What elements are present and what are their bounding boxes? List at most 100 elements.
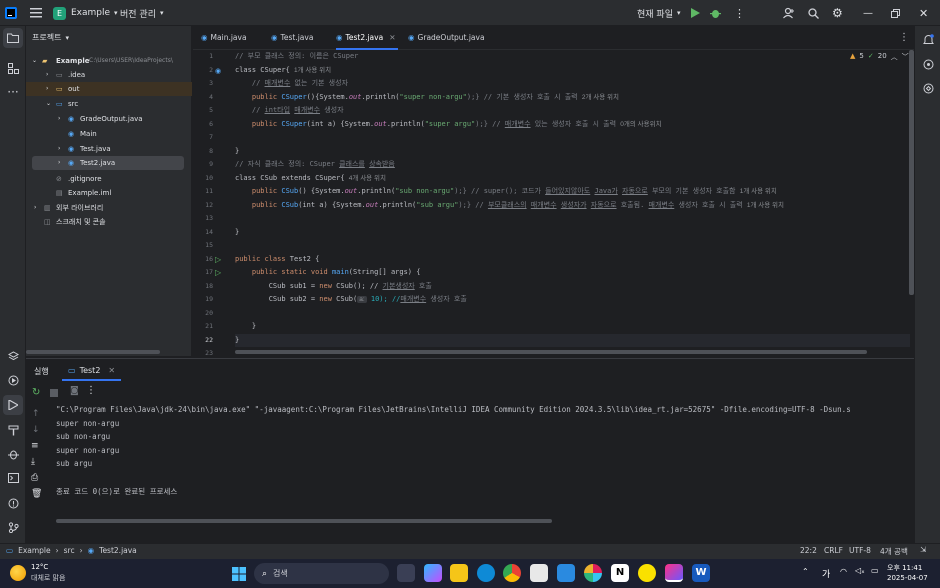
tree-item-src[interactable]: ⌄ ▭ src [26, 97, 192, 111]
close-window-icon[interactable]: ✕ [919, 0, 928, 26]
line-number[interactable]: 9 [193, 158, 213, 172]
usage-hint[interactable]: 1개 사용 위치 [294, 67, 331, 74]
wifi-icon[interactable]: ◠ [840, 567, 847, 576]
caret-position[interactable]: 22:2 [800, 546, 817, 555]
intellij-taskbar-icon[interactable] [665, 564, 683, 582]
copilot-icon[interactable] [918, 78, 938, 98]
line-number[interactable]: 5 [193, 104, 213, 118]
line-number[interactable]: 3 [193, 77, 213, 91]
search-icon[interactable] [808, 0, 819, 26]
line-number[interactable]: 15 [193, 239, 213, 253]
soft-wrap-icon[interactable]: ≡ [31, 441, 39, 451]
run-config-selector[interactable]: 현재 파일 ▾ [637, 0, 681, 26]
usage-hint[interactable]: 1개 사용 위치 [747, 202, 784, 209]
editor-horizontal-scrollbar[interactable] [235, 350, 867, 354]
line-separator[interactable]: CRLF [824, 546, 843, 555]
run-gutter-icon[interactable]: ▷ [215, 268, 221, 277]
line-number[interactable]: 7 [193, 131, 213, 145]
line-number[interactable]: 6 [193, 118, 213, 132]
battery-icon[interactable]: ▭ [871, 566, 879, 575]
line-number[interactable]: 1 [193, 50, 213, 64]
store-icon[interactable] [530, 564, 548, 582]
line-number[interactable]: 16 [193, 253, 213, 267]
intellij-logo-icon[interactable] [4, 0, 18, 26]
file-encoding[interactable]: UTF-8 [849, 546, 871, 555]
breadcrumb-item[interactable]: Example [18, 546, 51, 555]
usage-hint[interactable]: 1개 사용 위치 [740, 188, 777, 195]
tab-menu-icon[interactable]: ⋮ [899, 26, 909, 50]
git-icon[interactable] [3, 517, 23, 537]
weather-sun-icon[interactable] [10, 565, 26, 581]
windows-start-icon[interactable] [232, 566, 246, 585]
line-number[interactable]: 11 [193, 185, 213, 199]
trash-icon[interactable]: 🗑 [31, 489, 42, 499]
line-number[interactable]: 10 [193, 172, 213, 186]
more-icon[interactable]: ⋮ [86, 385, 96, 396]
line-number[interactable]: 12 [193, 199, 213, 213]
tab-main-java[interactable]: ◉ Main.java [201, 26, 247, 50]
kakaotalk-icon[interactable] [638, 564, 656, 582]
tree-item-gradeoutput[interactable]: › ◉ GradeOutput.java [26, 112, 192, 126]
rerun-icon[interactable]: ↻ [32, 387, 40, 398]
debug-icon[interactable] [710, 0, 721, 26]
line-number[interactable]: 20 [193, 307, 213, 321]
project-switcher[interactable]: E Example ▾ [53, 0, 118, 26]
terminal-icon[interactable] [3, 468, 23, 488]
settings-gear-icon[interactable]: ⚙ [832, 0, 843, 26]
chevron-up-icon[interactable]: ⌃ [802, 567, 809, 576]
build-hammer-icon[interactable] [3, 420, 23, 440]
taskbar-search[interactable]: ⌕ 검색 [254, 563, 389, 584]
arrow-up-icon[interactable]: ↑ [32, 409, 40, 419]
slack-icon[interactable] [584, 564, 602, 582]
usage-hint[interactable]: 0개의 사용위치 [620, 121, 661, 128]
vcs-menu[interactable]: 버전 관리 ▾ [120, 0, 164, 26]
ai-assistant-icon[interactable] [918, 54, 938, 74]
vertical-scrollbar[interactable] [909, 50, 914, 295]
indent-setting[interactable]: 4개 공백 [880, 546, 908, 557]
override-marker-icon[interactable]: ◉ [215, 67, 221, 75]
tree-item-iml[interactable]: ▤ Example.iml [26, 186, 192, 200]
tree-item-test[interactable]: › ◉ Test.java [26, 142, 192, 156]
tree-item-test2[interactable]: › ◉ Test2.java [32, 156, 184, 170]
line-number[interactable]: 17 [193, 266, 213, 280]
chrome-browser-icon[interactable] [503, 564, 521, 582]
volume-icon[interactable]: ◁ₓ [855, 566, 865, 575]
lock-icon[interactable]: ⇲ [920, 545, 926, 554]
close-tab-icon[interactable]: ✕ [389, 33, 395, 42]
breadcrumb-item[interactable]: Test2.java [99, 546, 137, 555]
tab-gradeoutput-java[interactable]: ◉ GradeOutput.java [408, 26, 485, 50]
services-tool-icon[interactable] [3, 370, 23, 390]
scroll-to-end-icon[interactable]: ⤓ [31, 457, 35, 467]
run-gutter-icon[interactable]: ▷ [215, 255, 221, 264]
code-with-me-icon[interactable] [783, 0, 795, 26]
edge-browser-icon[interactable] [477, 564, 495, 582]
close-tab-icon[interactable]: ✕ [108, 361, 115, 379]
notifications-bell-icon[interactable] [918, 30, 938, 50]
debug-bug-icon[interactable] [3, 444, 23, 464]
stop-icon[interactable] [50, 389, 58, 397]
tree-item-out[interactable]: › ▭ out [26, 82, 192, 96]
project-tool-icon[interactable] [3, 28, 23, 48]
tree-item-gitignore[interactable]: ⊘ .gitignore [26, 172, 192, 186]
copilot-app-icon[interactable] [424, 564, 442, 582]
notion-icon[interactable]: N [611, 564, 629, 582]
horizontal-scrollbar[interactable] [26, 350, 160, 354]
file-explorer-icon[interactable] [450, 564, 468, 582]
tree-item-scratches[interactable]: ◫ 스크래치 및 콘솔 [26, 215, 192, 229]
clock-time[interactable]: 오후 11:41 [887, 563, 922, 573]
line-number[interactable]: 8 [193, 145, 213, 159]
line-number[interactable]: 21 [193, 320, 213, 334]
camera-icon[interactable]: ◙ [70, 386, 79, 396]
code-view[interactable]: // 부모 클래스 정의: 이름은 CSuper class CSuper{ 1… [235, 50, 910, 350]
problems-icon[interactable] [3, 493, 23, 513]
tree-item-idea[interactable]: › ▭ .idea [26, 68, 192, 82]
usage-hint[interactable]: 4개 사용 위치 [349, 175, 386, 182]
restore-icon[interactable] [891, 0, 900, 26]
line-number[interactable]: 14 [193, 226, 213, 240]
structure-tool-icon[interactable] [3, 58, 23, 78]
line-number[interactable]: 13 [193, 212, 213, 226]
run-tool-icon[interactable] [3, 395, 23, 415]
word-icon[interactable]: W [692, 564, 710, 582]
layers-tool-icon[interactable] [3, 346, 23, 366]
main-menu-icon[interactable] [30, 0, 42, 26]
